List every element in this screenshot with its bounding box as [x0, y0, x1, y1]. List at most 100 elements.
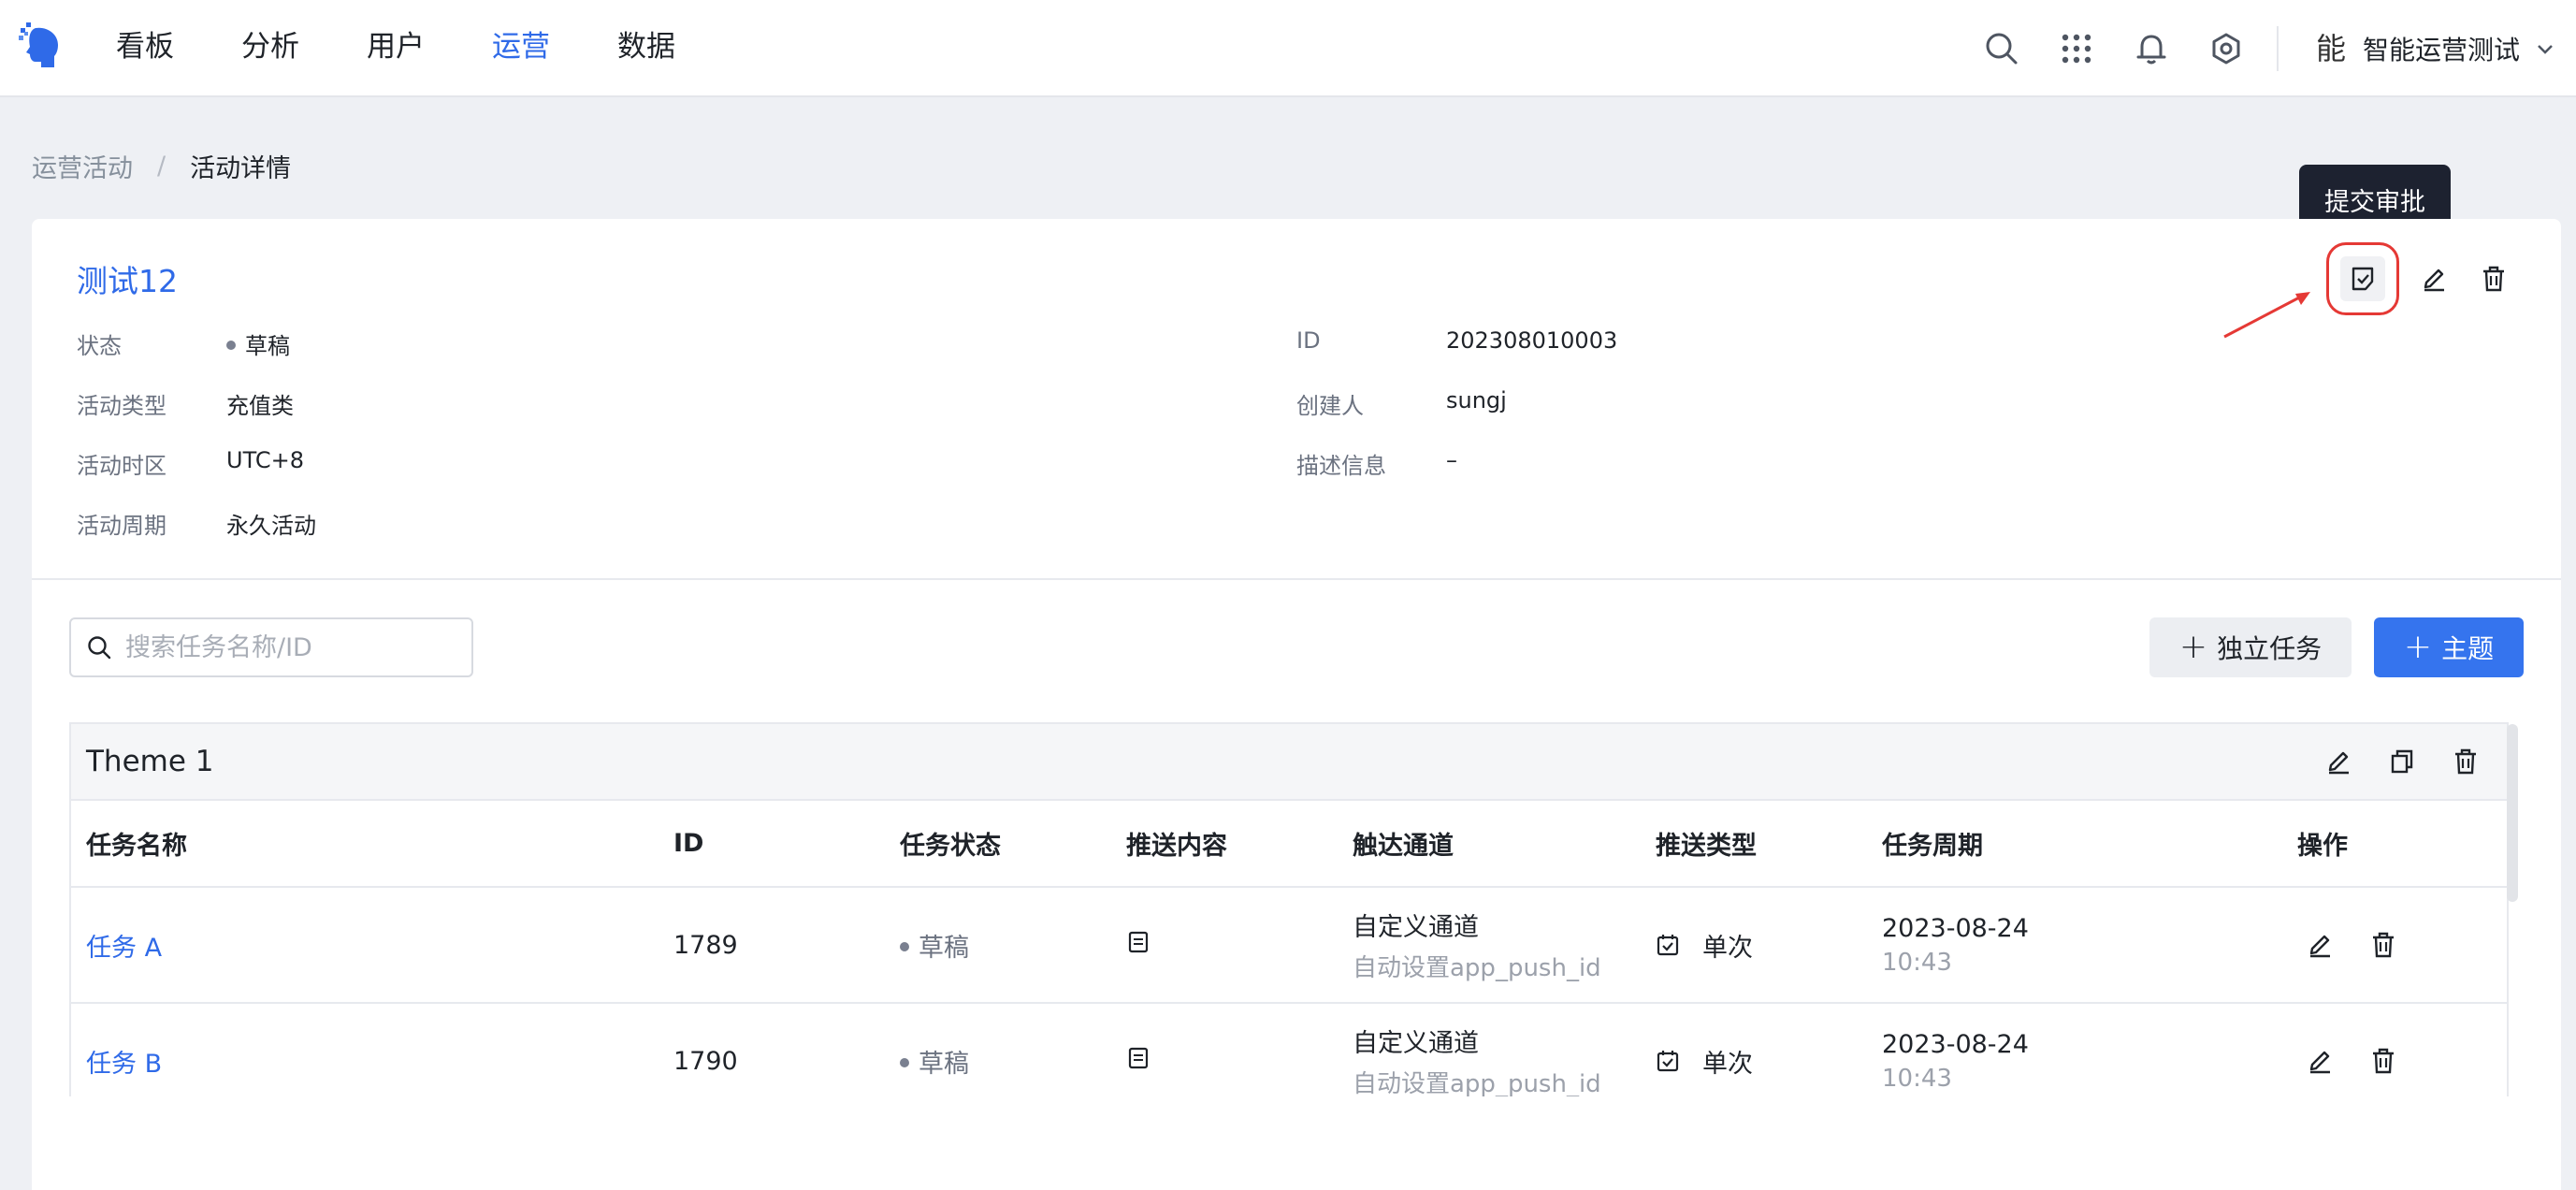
field-label: 活动时区	[77, 453, 166, 479]
submit-approval-icon	[2352, 267, 2374, 291]
breadcrumb-parent[interactable]: 运营活动	[32, 148, 133, 184]
edit-task-button[interactable]	[2297, 1038, 2342, 1083]
field-description: 描述信息 –	[1296, 447, 1457, 480]
period-time: 10:43	[1882, 948, 1952, 977]
task-status: 草稿	[885, 887, 1111, 1004]
edit-task-button[interactable]	[2297, 922, 2342, 967]
field-timezone: 活动时区 UTC+8	[77, 447, 304, 480]
period-time: 10:43	[1882, 1064, 1952, 1093]
add-theme-label: 主题	[2441, 633, 2495, 664]
nav-item-dashboard[interactable]: 看板	[116, 0, 174, 97]
column-header: 推送内容	[1111, 801, 1338, 888]
edit-theme-button[interactable]	[2316, 739, 2361, 784]
task-name-link[interactable]: 任务 A	[86, 934, 162, 963]
field-value: 202308010003	[1446, 327, 1618, 354]
task-id: 1789	[658, 887, 885, 1004]
edit-icon	[2424, 268, 2444, 292]
period-date: 2023-08-24	[1882, 913, 2029, 943]
field-value: 永久活动	[226, 513, 316, 539]
search-icon[interactable]	[1981, 28, 2022, 69]
push-type-cell: 单次	[1641, 1003, 1867, 1096]
column-header: ID	[658, 801, 885, 888]
nav-item-operations[interactable]: 运营	[492, 0, 550, 97]
column-header: 触达通道	[1338, 801, 1641, 888]
trash-icon	[2483, 266, 2504, 292]
theme-header: Theme 1	[71, 724, 2507, 801]
breadcrumb: 运营活动 / 活动详情	[32, 148, 291, 184]
copy-theme-button[interactable]	[2380, 739, 2424, 784]
top-navbar: 看板 分析 用户 运营 数据 能 智能运营测试	[0, 0, 2576, 97]
column-header: 操作	[2282, 801, 2507, 888]
delete-activity-button[interactable]	[2471, 256, 2516, 301]
field-label: 活动类型	[77, 393, 166, 419]
nav-item-users[interactable]: 用户	[367, 0, 425, 97]
user-name[interactable]: 智能运营测试	[2363, 30, 2520, 67]
task-table: 任务名称 ID 任务状态 推送内容 触达通道 推送类型 任务周期 操作 任务 A…	[71, 801, 2507, 1096]
delete-theme-button[interactable]	[2443, 739, 2488, 784]
field-value: –	[1446, 447, 1457, 473]
toolbar-divider	[2276, 26, 2279, 71]
task-name-link[interactable]: 任务 B	[86, 1050, 162, 1079]
push-content-cell	[1111, 1003, 1338, 1096]
push-type-cell: 单次	[1641, 887, 1867, 1004]
edit-activity-button[interactable]	[2411, 256, 2456, 301]
period-cell: 2023-08-24 10:43	[1867, 887, 2282, 1004]
nav-item-data[interactable]: 数据	[617, 0, 675, 97]
status-text: 草稿	[245, 333, 290, 359]
search-icon	[88, 636, 111, 660]
column-header: 任务状态	[885, 801, 1111, 888]
bell-icon[interactable]	[2131, 28, 2172, 69]
avatar[interactable]: 能	[2310, 28, 2352, 69]
add-independent-task-button[interactable]: + 独立任务	[2149, 617, 2352, 677]
trash-icon	[2373, 1048, 2394, 1074]
status-dot	[900, 942, 909, 951]
channel-detail: 自动设置app_push_id	[1353, 1070, 1601, 1096]
apps-grid-icon[interactable]	[2056, 28, 2097, 69]
operations-cell	[2282, 1003, 2507, 1096]
field-period: 活动周期 永久活动	[77, 507, 316, 540]
table-row: 任务 A 1789 草稿 自定义通道 自动设置app_push_id 单次 20…	[71, 887, 2507, 1004]
field-label: 描述信息	[1296, 453, 1386, 479]
annotation-arrow-icon	[2223, 292, 2310, 339]
search-input[interactable]	[125, 632, 443, 662]
theme-name: Theme 1	[86, 745, 214, 778]
document-icon[interactable]	[1126, 1046, 1151, 1070]
table-row: 任务 B 1790 草稿 自定义通道 自动设置app_push_id 单次 20…	[71, 1003, 2507, 1096]
task-search-box[interactable]	[69, 617, 473, 677]
main-nav: 看板 分析 用户 运营 数据	[116, 0, 743, 97]
status-text: 草稿	[919, 1049, 969, 1079]
plus-icon: +	[2403, 628, 2433, 666]
field-activity-type: 活动类型 充值类	[77, 387, 294, 420]
delete-task-button[interactable]	[2361, 922, 2406, 967]
chevron-down-icon[interactable]	[2533, 36, 2557, 61]
calendar-check-icon	[1657, 1051, 1679, 1072]
table-scrollbar[interactable]	[2507, 724, 2518, 902]
calendar-check-icon	[1657, 935, 1679, 956]
table-header-row: 任务名称 ID 任务状态 推送内容 触达通道 推送类型 任务周期 操作	[71, 801, 2507, 888]
column-header: 任务周期	[1867, 801, 2282, 888]
activity-detail-card: 测试12 状态 草稿 活动类型 充值类 活动时区 UTC+8 活动周期 永久活动…	[32, 219, 2561, 1190]
nav-item-analysis[interactable]: 分析	[241, 0, 299, 97]
settings-icon[interactable]	[2206, 28, 2247, 69]
copy-icon	[2391, 749, 2413, 774]
field-id: ID 202308010003	[1296, 327, 1617, 354]
channel-name: 自定义通道	[1353, 913, 1479, 942]
channel-cell: 自定义通道 自动设置app_push_id	[1338, 1003, 1641, 1096]
field-value: UTC+8	[226, 447, 304, 473]
delete-task-button[interactable]	[2361, 1038, 2406, 1083]
brain-logo-icon[interactable]	[15, 21, 67, 73]
field-value: 草稿	[226, 327, 290, 360]
plus-icon: +	[2178, 628, 2208, 666]
submit-approval-button[interactable]	[2326, 242, 2399, 315]
edit-icon	[2309, 1051, 2330, 1074]
breadcrumb-separator: /	[157, 152, 166, 181]
task-id: 1790	[658, 1003, 885, 1096]
top-right-toolbar: 能 智能运营测试	[1947, 0, 2576, 97]
theme-actions	[2297, 739, 2488, 784]
document-icon[interactable]	[1126, 930, 1151, 954]
push-type-text: 单次	[1702, 933, 1753, 963]
period-cell: 2023-08-24 10:43	[1867, 1003, 2282, 1096]
add-theme-button[interactable]: + 主题	[2374, 617, 2524, 677]
field-label: 创建人	[1296, 393, 1364, 419]
column-header: 任务名称	[71, 801, 658, 888]
